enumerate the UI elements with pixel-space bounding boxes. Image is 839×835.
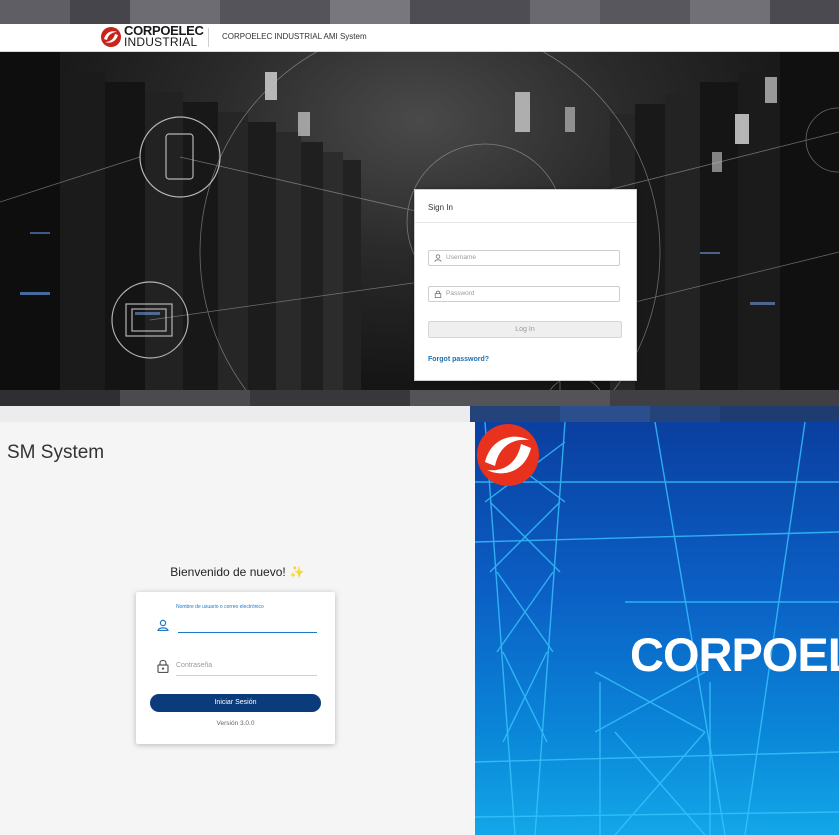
username-field[interactable]: Username bbox=[428, 250, 620, 266]
sm-system-title: SM System bbox=[7, 442, 105, 463]
lock-icon bbox=[157, 659, 169, 673]
corpoelec-brand-panel: CORPOELE bbox=[475, 422, 839, 835]
corpoelec-wordmark: CORPOELE bbox=[630, 628, 839, 681]
corpoelec-logo-icon bbox=[477, 424, 539, 486]
app-header: CORPOELEC INDUSTRIAL CORPOELEC INDUSTRIA… bbox=[0, 24, 839, 52]
app-title: CORPOELEC INDUSTRIAL AMI System bbox=[222, 32, 367, 41]
username-label: Nombre de usuario o correo electrónico bbox=[176, 604, 264, 610]
login-submit-button[interactable]: Iniciar Sesión bbox=[150, 694, 321, 712]
pixelated-separator bbox=[0, 390, 839, 422]
lock-icon bbox=[434, 290, 442, 298]
login-card: Nombre de usuario o correo electrónico C… bbox=[136, 592, 335, 744]
password-placeholder: Password bbox=[446, 290, 475, 297]
password-input[interactable]: Contraseña bbox=[176, 662, 212, 669]
sm-system-panel: SM System Bienvenido de nuevo! ✨ Nombre d… bbox=[0, 422, 475, 835]
sparkles-icon: ✨ bbox=[289, 565, 305, 579]
logo-text-secondary: INDUSTRIAL bbox=[124, 35, 198, 49]
password-underline bbox=[176, 675, 317, 676]
password-field[interactable]: Password bbox=[428, 286, 620, 302]
welcome-text: Bienvenido de nuevo! bbox=[170, 565, 286, 579]
username-placeholder: Username bbox=[446, 254, 476, 261]
forgot-password-link[interactable]: Forgot password? bbox=[428, 356, 489, 363]
signin-card: Sign In Username Password Log In Forgot … bbox=[414, 189, 637, 381]
header-divider bbox=[208, 28, 209, 47]
top-pixelated-strip bbox=[0, 0, 839, 24]
corpoelec-logo-icon bbox=[101, 27, 121, 47]
user-icon bbox=[157, 619, 169, 631]
signin-title: Sign In bbox=[428, 203, 453, 212]
username-input[interactable] bbox=[178, 632, 317, 633]
version-label: Versión 3.0.0 bbox=[216, 720, 255, 727]
user-icon bbox=[434, 254, 442, 262]
signin-divider bbox=[415, 222, 636, 223]
login-button[interactable]: Log In bbox=[428, 321, 622, 338]
welcome-message: Bienvenido de nuevo! ✨ bbox=[0, 565, 475, 579]
